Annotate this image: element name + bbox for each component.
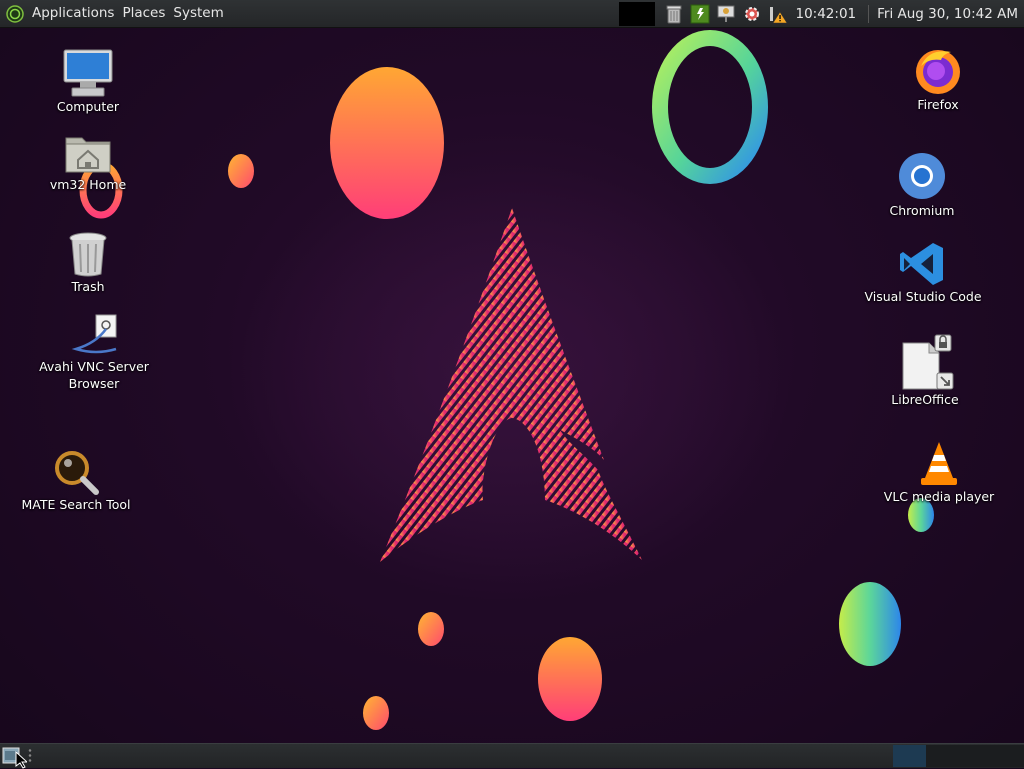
desktop-icon-mate-search[interactable]: MATE Search Tool xyxy=(16,448,136,513)
vscode-label: Visual Studio Code xyxy=(864,289,982,304)
tray-applet-blank[interactable] xyxy=(619,1,656,26)
places-menu[interactable]: Places xyxy=(118,0,169,27)
panel-separator xyxy=(868,4,870,23)
firefox-icon xyxy=(913,46,963,96)
trash-applet-icon[interactable] xyxy=(664,4,684,24)
computer-icon xyxy=(62,48,114,98)
desktop-icon-chromium[interactable]: Chromium xyxy=(862,150,982,219)
computer-label: Computer xyxy=(56,99,120,114)
applications-menu[interactable]: Applications xyxy=(28,0,118,27)
bottom-panel xyxy=(0,743,1024,768)
desktop-icon-libreoffice[interactable]: LibreOffice xyxy=(865,333,985,408)
firefox-label: Firefox xyxy=(917,97,959,112)
desktop-icon-computer[interactable]: Computer xyxy=(28,48,148,115)
mouse-cursor-icon xyxy=(15,751,27,769)
vnc-label: Avahi VNC Server Browser xyxy=(39,359,149,391)
desktop-icon-firefox[interactable]: Firefox xyxy=(878,46,998,113)
home-folder-icon xyxy=(64,130,112,176)
clock-time[interactable]: 10:42:01 xyxy=(795,6,856,22)
network-warning-icon[interactable] xyxy=(768,4,790,24)
chromium-icon xyxy=(897,150,947,202)
clock-datetime[interactable]: Fri Aug 30, 10:42 AM xyxy=(877,6,1018,22)
workspace-3[interactable] xyxy=(990,745,1024,767)
desktop-icon-vlc[interactable]: VLC media player xyxy=(879,440,999,505)
search-tool-icon xyxy=(52,448,100,496)
workspace-2[interactable] xyxy=(926,745,990,767)
panel-grip-handle[interactable] xyxy=(28,748,32,764)
top-panel: Applications Places System 10:42:01 Fri … xyxy=(0,0,1024,28)
desktop-icon-home[interactable]: vm32 Home xyxy=(28,130,148,193)
system-tray: 10:42:01 Fri Aug 30, 10:42 AM xyxy=(619,0,1024,27)
desktop-icon-trash[interactable]: Trash xyxy=(28,230,148,295)
libreoffice-label: LibreOffice xyxy=(891,392,959,407)
settings-gear-icon[interactable] xyxy=(742,4,762,24)
vscode-icon xyxy=(900,240,946,288)
home-label: vm32 Home xyxy=(49,177,127,192)
trash-icon xyxy=(68,230,108,278)
desktop-icon-vscode[interactable]: Visual Studio Code xyxy=(863,240,983,305)
logout-icon[interactable] xyxy=(690,4,710,24)
vlc-label: VLC media player xyxy=(883,489,995,504)
vnc-browser-icon xyxy=(68,312,120,358)
trash-label: Trash xyxy=(71,279,105,294)
system-menu[interactable]: System xyxy=(169,0,227,27)
workspace-1[interactable] xyxy=(893,745,926,767)
search-tool-label: MATE Search Tool xyxy=(21,497,131,512)
vlc-icon xyxy=(917,440,961,488)
desktop-icon-avahi-vnc[interactable]: Avahi VNC Server Browser xyxy=(34,312,154,392)
libreoffice-icon xyxy=(895,333,955,391)
mate-logo-icon[interactable] xyxy=(6,4,24,23)
presentation-icon[interactable] xyxy=(716,4,736,24)
chromium-label: Chromium xyxy=(889,203,955,218)
